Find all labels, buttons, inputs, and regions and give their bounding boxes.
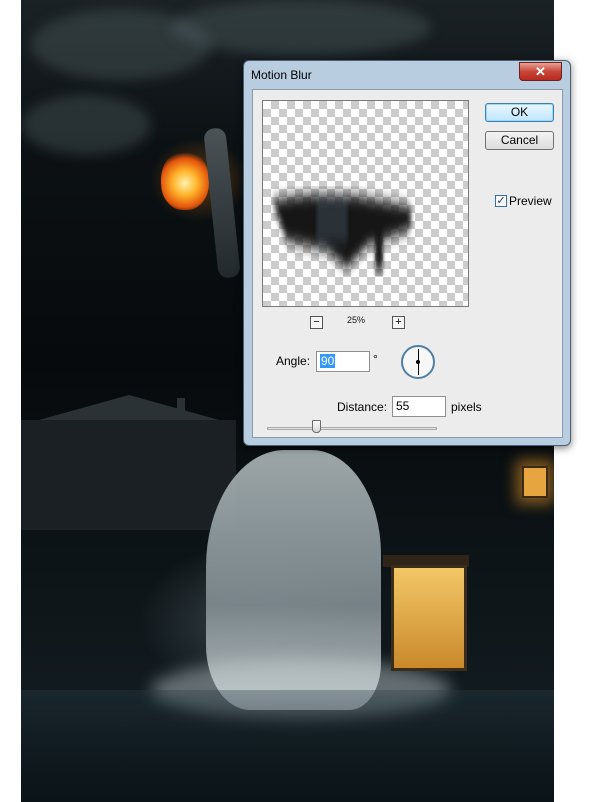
cancel-button[interactable]: Cancel bbox=[485, 131, 554, 150]
zoom-level: 25% bbox=[347, 315, 366, 325]
minus-icon: − bbox=[313, 316, 320, 328]
zoom-out-button[interactable]: − bbox=[310, 316, 323, 329]
zoom-in-button[interactable]: + bbox=[392, 316, 405, 329]
dialog-title: Motion Blur bbox=[251, 68, 312, 82]
lantern bbox=[391, 565, 467, 671]
house bbox=[21, 420, 236, 530]
motion-blur-dialog: Motion Blur ✕ − 25% + OK Cancel ✓ Previe… bbox=[243, 60, 571, 446]
distance-slider[interactable] bbox=[267, 427, 437, 430]
distance-slider-thumb[interactable] bbox=[312, 420, 321, 433]
fireball bbox=[161, 150, 209, 210]
cloud bbox=[171, 0, 431, 55]
preview-label: Preview bbox=[509, 194, 552, 208]
dialog-body: − 25% + OK Cancel ✓ Preview Angle: 90 ° … bbox=[252, 89, 563, 438]
checkmark-icon: ✓ bbox=[496, 195, 506, 207]
plus-icon: + bbox=[395, 316, 402, 328]
angle-value: 90 bbox=[320, 354, 336, 368]
angle-dial[interactable] bbox=[401, 345, 435, 379]
distance-label: Distance: bbox=[337, 400, 388, 414]
close-button[interactable]: ✕ bbox=[519, 62, 562, 81]
blurred-shape-preview bbox=[272, 194, 412, 271]
ok-button[interactable]: OK bbox=[485, 103, 554, 122]
title-bar[interactable]: Motion Blur ✕ bbox=[244, 61, 570, 89]
raised-arm bbox=[203, 127, 241, 279]
angle-dial-center bbox=[416, 360, 420, 364]
angle-label: Angle: bbox=[276, 354, 311, 368]
preview-pane[interactable] bbox=[262, 100, 469, 307]
cloud bbox=[21, 95, 151, 155]
distant-lamp bbox=[522, 466, 548, 498]
angle-input[interactable]: 90 bbox=[316, 351, 370, 372]
distance-unit: pixels bbox=[451, 400, 482, 414]
distance-input[interactable]: 55 bbox=[392, 396, 446, 417]
preview-checkbox[interactable]: ✓ bbox=[495, 195, 507, 207]
degree-symbol: ° bbox=[373, 352, 378, 366]
close-icon: ✕ bbox=[535, 64, 546, 79]
water-reflection bbox=[21, 690, 554, 802]
